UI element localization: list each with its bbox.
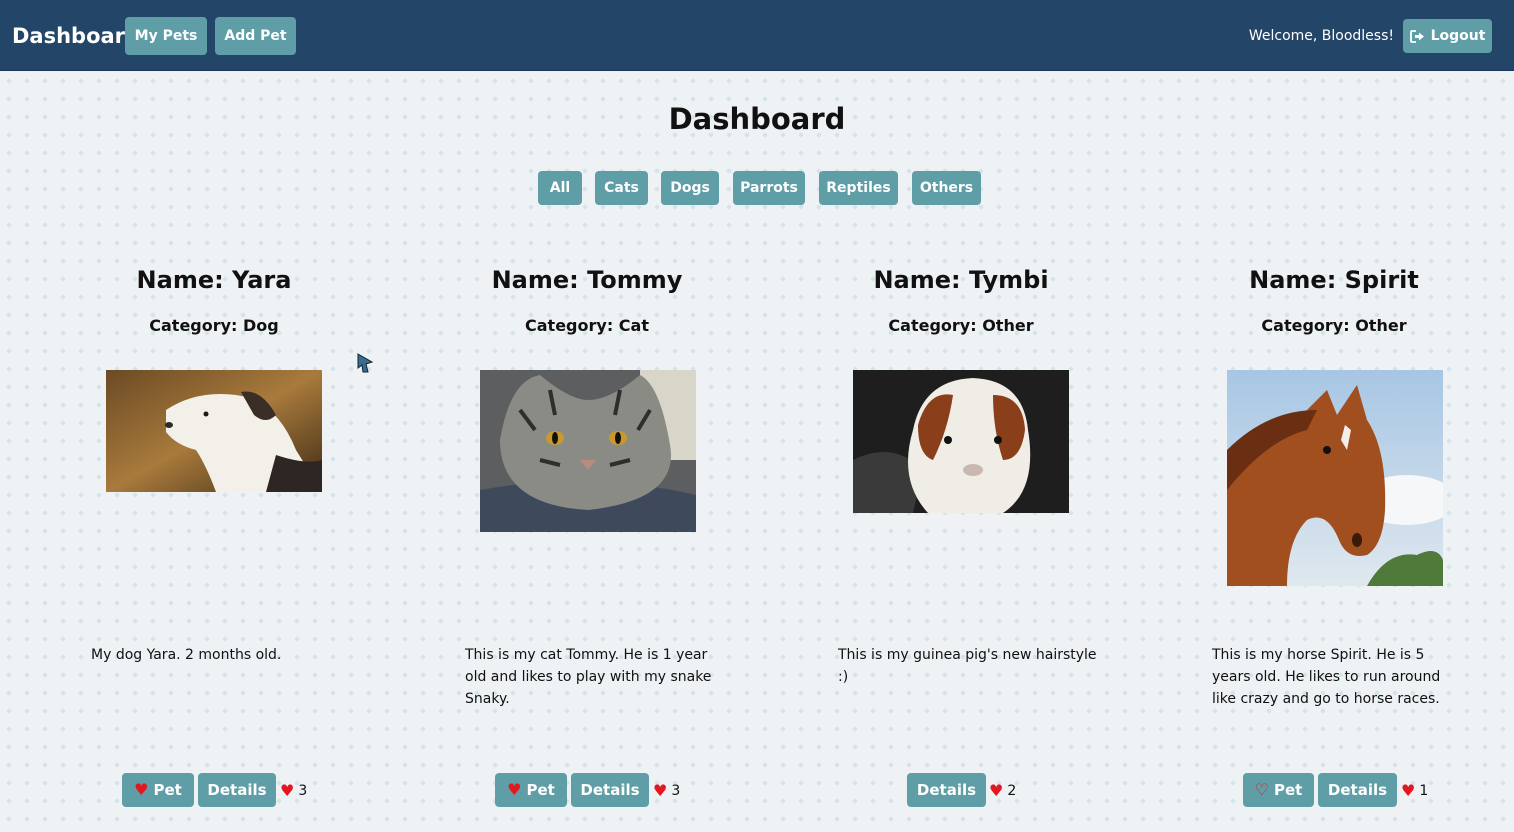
pet-button-label: Pet — [526, 781, 555, 799]
heart-icon: ♥ — [653, 781, 668, 800]
pet-button[interactable]: ♥ Pet — [495, 773, 567, 807]
add-pet-button[interactable]: Add Pet — [215, 17, 296, 55]
pet-card: Name: Tymbi Category: Other This is my g… — [774, 260, 1148, 820]
pet-description: This is my guinea pig's new hairstyle :) — [838, 647, 1097, 685]
likes-number: 1 — [1419, 783, 1429, 799]
top-navbar: Dashboard My Pets Add Pet Welcome, Blood… — [0, 0, 1514, 71]
pet-description: This is my horse Spirit. He is 5 years o… — [1212, 647, 1441, 707]
pet-category: Category: Cat — [525, 316, 649, 335]
filter-parrots-button[interactable]: Parrots — [733, 171, 805, 205]
pet-category: Category: Other — [888, 316, 1034, 335]
likes-count: ♥ 1 — [1401, 781, 1428, 801]
heart-icon: ♥ — [989, 781, 1004, 800]
cat-photo — [480, 370, 696, 532]
mouse-cursor-icon — [357, 353, 374, 373]
details-button[interactable]: Details — [571, 773, 649, 807]
brand-link[interactable]: Dashboard — [12, 22, 140, 50]
details-button[interactable]: Details — [198, 773, 276, 807]
pet-card: Name: Spirit Category: Other This is my … — [1147, 260, 1514, 820]
heart-filled-icon: ♥ — [507, 780, 522, 799]
pet-name: Name: Tommy — [491, 266, 683, 294]
welcome-text: Welcome, Bloodless! — [1248, 28, 1394, 44]
pet-button[interactable]: ♡ Pet — [1243, 773, 1314, 807]
filter-reptiles-button[interactable]: Reptiles — [819, 171, 898, 205]
filter-others-button[interactable]: Others — [912, 171, 981, 205]
pet-name: Name: Tymbi — [873, 266, 1049, 294]
heart-outline-icon: ♡ — [1254, 780, 1269, 799]
heart-icon: ♥ — [1401, 781, 1416, 800]
likes-number: 3 — [671, 783, 681, 799]
pet-category: Category: Other — [1261, 316, 1407, 335]
filter-dogs-button[interactable]: Dogs — [661, 171, 719, 205]
logout-label: Logout — [1430, 28, 1486, 44]
pet-card: Name: Yara Category: Dog My dog Yara. 2 … — [27, 260, 401, 820]
dog-photo — [106, 370, 322, 492]
likes-number: 2 — [1007, 783, 1017, 799]
likes-number: 3 — [298, 783, 308, 799]
filter-all-button[interactable]: All — [538, 171, 582, 205]
pet-description: This is my cat Tommy. He is 1 year old a… — [465, 647, 712, 707]
logout-button[interactable]: Logout — [1403, 19, 1492, 53]
heart-filled-icon: ♥ — [134, 780, 149, 799]
pet-category: Category: Dog — [149, 316, 279, 335]
page-title: Dashboard — [668, 102, 846, 136]
details-button[interactable]: Details — [907, 773, 986, 807]
filter-cats-button[interactable]: Cats — [595, 171, 648, 205]
pet-button-label: Pet — [1274, 781, 1303, 799]
likes-count: ♥ 2 — [989, 781, 1016, 801]
sign-out-icon — [1409, 29, 1424, 43]
details-button[interactable]: Details — [1318, 773, 1397, 807]
pet-name: Name: Yara — [136, 266, 292, 294]
horse-photo — [1227, 370, 1443, 586]
heart-icon: ♥ — [280, 781, 295, 800]
pet-button[interactable]: ♥ Pet — [122, 773, 194, 807]
pet-description: My dog Yara. 2 months old. — [91, 647, 282, 663]
guinea-pig-photo — [853, 370, 1069, 513]
pet-name: Name: Spirit — [1249, 266, 1419, 294]
pet-card: Name: Tommy Category: Cat This is my cat… — [400, 260, 774, 820]
my-pets-button[interactable]: My Pets — [125, 17, 207, 55]
likes-count: ♥ 3 — [653, 781, 680, 801]
pet-button-label: Pet — [153, 781, 182, 799]
likes-count: ♥ 3 — [280, 781, 307, 801]
